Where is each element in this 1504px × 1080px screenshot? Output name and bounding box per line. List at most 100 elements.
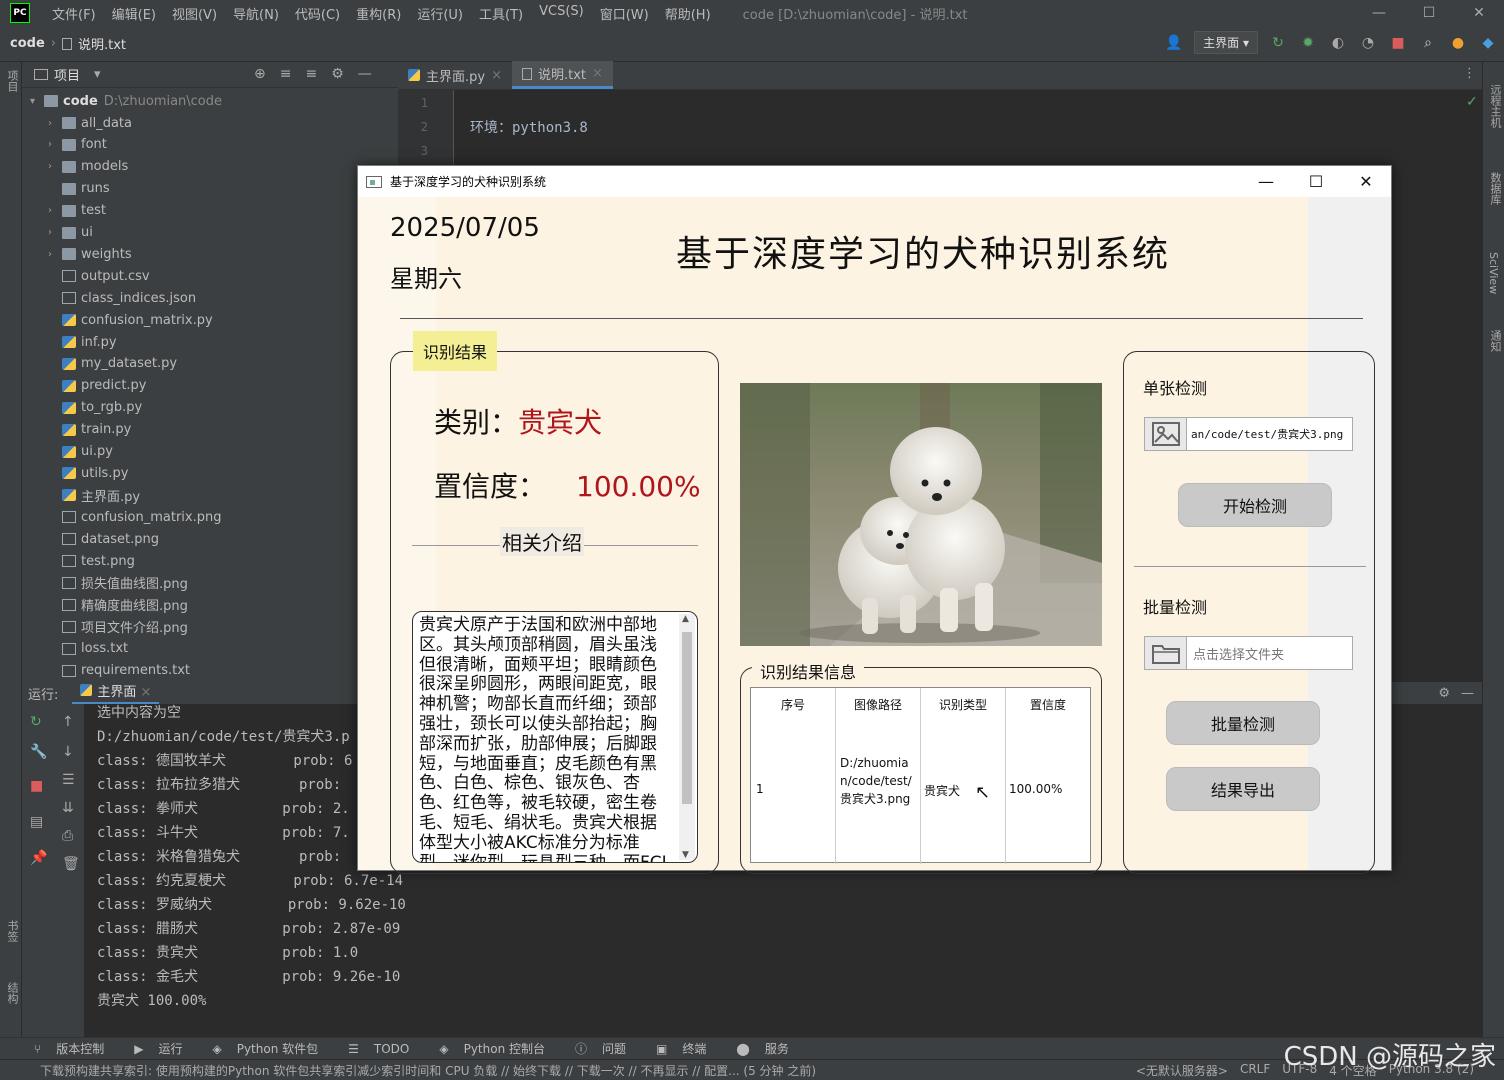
start-detect-button[interactable]: 开始检测 xyxy=(1178,483,1332,527)
close-icon[interactable]: ✕ xyxy=(1341,166,1391,197)
breadcrumb-root[interactable]: code xyxy=(0,36,45,51)
single-image-input[interactable]: an/code/test/贵宾犬3.png xyxy=(1144,417,1353,451)
project-label[interactable]: 项目 xyxy=(54,65,80,84)
rerun-icon[interactable]: ↻ xyxy=(30,714,42,730)
strip-bookmarks[interactable]: 书签 xyxy=(4,920,20,942)
menu-item[interactable]: 重构(R) xyxy=(348,4,409,23)
strip-database[interactable]: 数据库 xyxy=(1487,172,1503,205)
more-options-icon[interactable]: ⋮ xyxy=(1463,66,1476,81)
maximize-icon[interactable]: ☐ xyxy=(1404,0,1454,26)
tree-file[interactable]: class_indices.json xyxy=(48,287,196,309)
close-icon[interactable]: ✕ xyxy=(1454,0,1504,26)
profile-icon[interactable]: ◔ xyxy=(1358,33,1378,53)
menu-item[interactable]: 导航(N) xyxy=(225,4,287,23)
tree-file[interactable]: test.png xyxy=(48,550,135,572)
tree-file[interactable]: 精确度曲线图.png xyxy=(48,594,188,616)
collapse-all-icon[interactable]: ≡ xyxy=(305,66,317,82)
tree-file[interactable]: to_rgb.py xyxy=(48,397,142,419)
menu-item[interactable]: 文件(F) xyxy=(44,4,104,23)
soft-wrap-icon[interactable]: ☰ xyxy=(62,772,75,788)
scroll-end-icon[interactable]: ⇊ xyxy=(62,800,74,816)
tree-folder[interactable]: › test xyxy=(48,200,106,222)
close-tab-icon[interactable]: × xyxy=(141,685,152,700)
menu-item[interactable]: 代码(C) xyxy=(287,4,348,23)
rerun-icon[interactable]: ↻ xyxy=(1268,33,1288,53)
menu-item[interactable]: 工具(T) xyxy=(471,4,531,23)
tree-file[interactable]: 损失值曲线图.png xyxy=(48,572,188,594)
tree-file[interactable]: requirements.txt xyxy=(48,660,190,682)
tree-folder[interactable]: › font xyxy=(48,134,107,156)
close-tab-icon[interactable]: × xyxy=(592,66,603,81)
export-results-button[interactable]: 结果导出 xyxy=(1166,767,1320,811)
strip-project[interactable]: 项目 xyxy=(4,70,20,92)
menu-item[interactable]: VCS(S) xyxy=(531,4,592,23)
batch-folder-input[interactable]: 点击选择文件夹 xyxy=(1144,636,1353,670)
chevron-right-icon[interactable]: › xyxy=(48,227,62,238)
menu-item[interactable]: 编辑(E) xyxy=(104,4,164,23)
tree-file[interactable]: 项目文件介绍.png xyxy=(48,616,188,638)
bottom-tab[interactable]: ⑂ 版本控制 xyxy=(34,1040,114,1057)
chevron-right-icon[interactable]: › xyxy=(48,249,62,260)
strip-structure[interactable]: 结构 xyxy=(4,982,20,1004)
tree-file[interactable]: 主界面.py xyxy=(48,484,140,506)
scrollbar[interactable]: ▲ ▼ xyxy=(679,614,695,860)
tree-file[interactable]: utils.py xyxy=(48,462,128,484)
hide-icon[interactable]: — xyxy=(358,66,372,82)
expand-all-icon[interactable]: ≡ xyxy=(280,66,292,82)
strip-sciview[interactable]: SciView xyxy=(1487,252,1500,294)
tab-readme-txt[interactable]: 说明.txt × xyxy=(511,61,613,89)
bottom-tab[interactable]: ◈ Python 控制台 xyxy=(439,1040,555,1057)
bottom-tab[interactable]: ◈ Python 软件包 xyxy=(212,1040,328,1057)
bottom-tab[interactable]: ⓘ 问题 xyxy=(575,1040,636,1057)
jetbrains-icon[interactable]: ◆ xyxy=(1478,33,1498,53)
tree-folder[interactable]: runs xyxy=(48,178,110,200)
tree-file[interactable]: dataset.png xyxy=(48,528,159,550)
settings-gear-icon[interactable]: ⚙ xyxy=(1438,686,1450,701)
pin-icon[interactable]: 📌 xyxy=(30,850,47,866)
up-arrow-icon[interactable]: ↑ xyxy=(62,714,74,730)
scrollbar-thumb[interactable] xyxy=(682,632,692,804)
folder-icon[interactable] xyxy=(1145,637,1187,669)
scroll-up-icon[interactable]: ▲ xyxy=(682,614,689,624)
layout-icon[interactable]: ▤ xyxy=(30,814,43,830)
tree-file[interactable]: my_dataset.py xyxy=(48,353,177,375)
bottom-tab[interactable]: ▶ 运行 xyxy=(134,1040,192,1057)
tree-file[interactable]: loss.txt xyxy=(48,638,128,660)
coverage-icon[interactable]: ◐ xyxy=(1328,33,1348,53)
user-icon[interactable]: 👤 xyxy=(1164,33,1184,53)
tree-file[interactable]: output.csv xyxy=(48,265,150,287)
tree-file[interactable]: confusion_matrix.png xyxy=(48,506,222,528)
chevron-down-icon[interactable]: ▾ xyxy=(94,67,101,82)
hide-icon[interactable]: — xyxy=(1461,686,1474,701)
chevron-right-icon[interactable]: › xyxy=(48,139,62,150)
batch-detect-button[interactable]: 批量检测 xyxy=(1166,701,1320,745)
run-config-select[interactable]: 主界面 ▾ xyxy=(1194,31,1258,54)
minimize-icon[interactable]: — xyxy=(1241,166,1291,197)
strip-notifications[interactable]: 通知 xyxy=(1487,330,1503,352)
breadcrumb-file[interactable]: 说明.txt xyxy=(78,34,126,53)
bottom-tab[interactable]: ☰ TODO xyxy=(348,1042,419,1056)
menu-item[interactable]: 运行(U) xyxy=(409,4,471,23)
chevron-right-icon[interactable]: › xyxy=(48,205,62,216)
menu-item[interactable]: 帮助(H) xyxy=(657,4,719,23)
menu-item[interactable]: 视图(V) xyxy=(164,4,225,23)
menu-item[interactable]: 窗口(W) xyxy=(592,4,657,23)
tree-file[interactable]: inf.py xyxy=(48,331,117,353)
status-item[interactable]: <无默认服务器> xyxy=(1136,1062,1228,1079)
tab-main-py[interactable]: 主界面.py × xyxy=(398,61,512,89)
image-icon[interactable] xyxy=(1145,418,1187,450)
maximize-icon[interactable]: ☐ xyxy=(1291,166,1341,197)
tree-folder[interactable]: › ui xyxy=(48,222,93,244)
chevron-right-icon[interactable]: › xyxy=(48,118,62,129)
down-arrow-icon[interactable]: ↓ xyxy=(62,744,74,760)
bottom-tab[interactable]: ⬤ 服务 xyxy=(736,1040,798,1057)
result-table[interactable]: 序号 图像路径 识别类型 置信度 1 D:/zhuomian/code/test… xyxy=(750,687,1091,864)
strip-remote-host[interactable]: 远程主机 xyxy=(1487,84,1503,128)
status-item[interactable]: CRLF xyxy=(1240,1062,1270,1079)
print-icon[interactable]: ⎙ xyxy=(62,828,73,844)
debug-icon[interactable]: ✹ xyxy=(1298,33,1318,53)
chevron-down-icon[interactable]: ▾ xyxy=(30,96,44,107)
wrench-icon[interactable]: 🔧 xyxy=(30,744,47,760)
tree-folder[interactable]: › all_data xyxy=(48,112,132,134)
settings-gear-icon[interactable]: ⚙ xyxy=(331,66,344,82)
